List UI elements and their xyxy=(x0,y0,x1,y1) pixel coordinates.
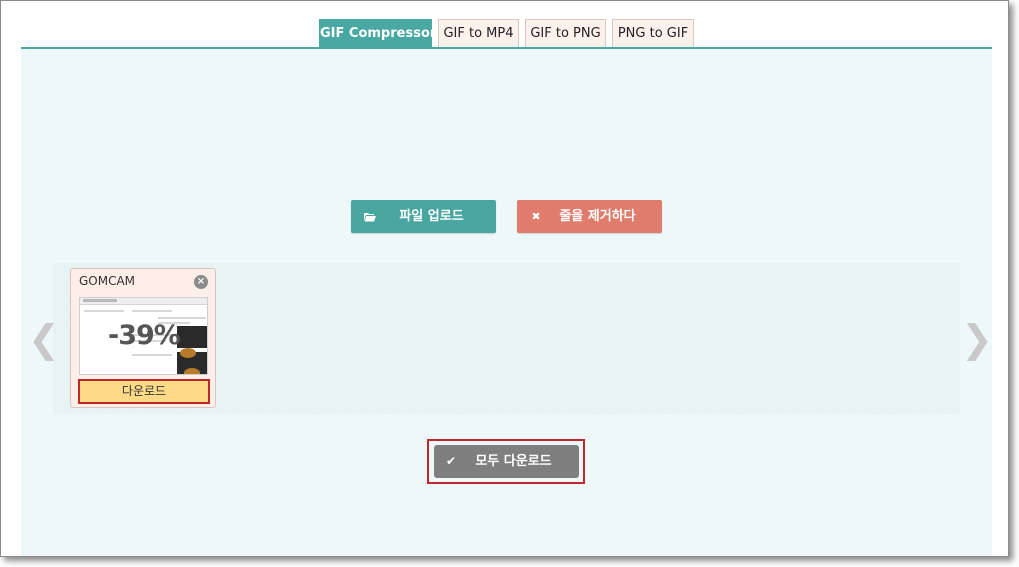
tab-gif-to-mp4[interactable]: GIF to MP4 xyxy=(438,19,519,48)
download-button[interactable]: 다운로드 xyxy=(78,379,210,404)
carousel-prev-icon[interactable]: ❮ xyxy=(28,319,60,359)
tab-gif-to-png[interactable]: GIF to PNG xyxy=(525,19,606,48)
tab-gif-compressor[interactable]: GIF Compressor xyxy=(319,19,436,48)
tab-png-to-gif[interactable]: PNG to GIF xyxy=(612,19,694,48)
browser-frame: GIF Compressor GIF to MP4 GIF to PNG PNG… xyxy=(0,0,1009,557)
clear-queue-label: 줄을 제거하다 xyxy=(559,209,636,224)
file-thumbnail: -39% xyxy=(79,297,208,375)
download-all-button[interactable]: ✔ 모두 다운로드 xyxy=(434,445,579,478)
file-card: GOMCAM × -39% 다운로드 xyxy=(70,268,216,408)
clear-queue-button[interactable]: ✖ 줄을 제거하다 xyxy=(517,200,662,233)
download-all-label: 모두 다운로드 xyxy=(475,454,552,469)
upload-files-label: 파일 업로드 xyxy=(399,209,464,224)
file-name: GOMCAM xyxy=(79,274,136,288)
carousel-next-icon[interactable]: ❯ xyxy=(961,319,993,359)
compression-result: -39% xyxy=(108,320,181,351)
remove-file-icon[interactable]: × xyxy=(194,275,208,289)
upload-files-button[interactable]: 파일 업로드 xyxy=(351,200,496,233)
